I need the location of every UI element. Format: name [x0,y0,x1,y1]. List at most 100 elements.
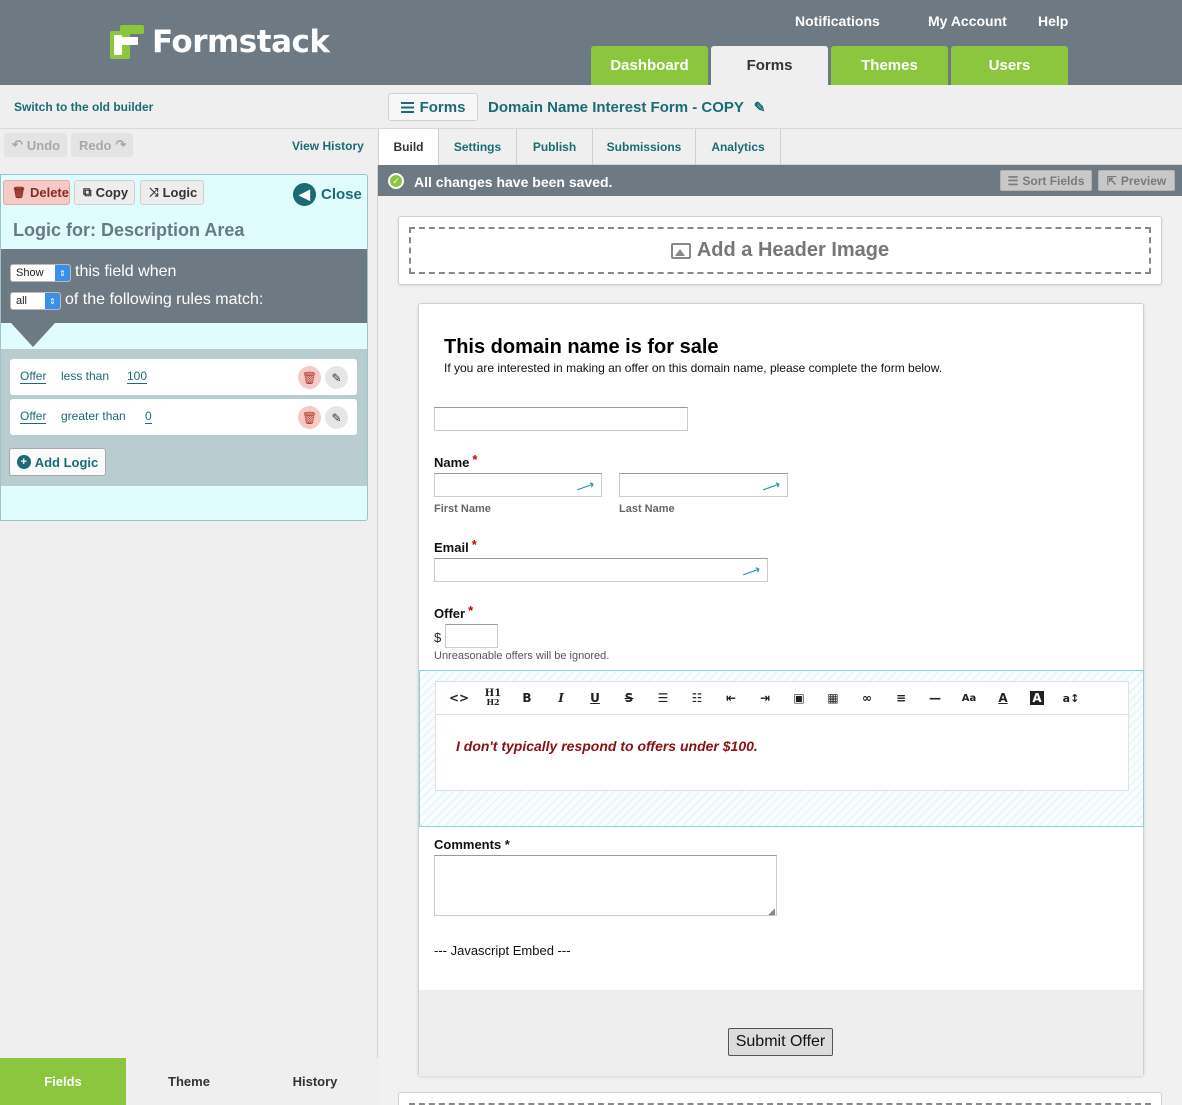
formstack-logo[interactable]: Formstack [110,24,330,60]
close-label: Close [321,186,362,203]
lastpass-icon[interactable]: ⟶ [574,476,597,497]
offer-hint: Unreasonable offers will be ignored. [434,650,610,662]
last-name-sublabel: Last Name [619,503,675,515]
background-color-icon[interactable]: A [1020,691,1054,705]
tab-publish[interactable]: Publish [517,129,593,165]
blank-text-field[interactable] [434,407,688,431]
tab-analytics[interactable]: Analytics [696,129,781,165]
undo-button[interactable]: ↶ Undo [4,133,67,157]
lastpass-icon[interactable]: ⟶ [760,476,783,497]
indent-icon[interactable]: ⇥ [748,691,782,705]
sort-fields-button[interactable]: ☰ Sort Fields [1000,170,1092,191]
edit-condition-icon[interactable]: ✎ [325,406,348,429]
condition-field[interactable]: Offer [20,369,47,384]
list-icon [400,101,414,113]
offer-label: Offer * [434,603,473,621]
first-name-sublabel: First Name [434,503,491,515]
rule-pointer [11,323,55,347]
submit-offer-button[interactable]: Submit Offer [728,1028,833,1056]
insert-image-icon[interactable]: ▣ [782,691,816,705]
preview-button[interactable]: ⇱ Preview [1098,170,1175,191]
align-left-icon[interactable]: ≡ [884,691,918,705]
help-link[interactable]: Help [1038,13,1068,29]
delete-field-button[interactable]: 🗑 Delete [3,180,70,205]
forms-breadcrumb-button[interactable]: Forms [388,93,478,121]
match-text: of the following rules match: [65,291,264,308]
condition-value[interactable]: 100 [127,369,148,384]
offer-label-text: Offer [434,606,466,621]
bold-icon[interactable]: B [510,691,544,705]
rule-settings: Show ⇕ this field when all ⇕ of the foll… [1,249,367,347]
edit-pencil-icon[interactable]: ✎ [754,99,766,116]
code-view-icon[interactable]: <> [442,691,476,705]
tab-forms[interactable]: Forms [711,46,828,85]
add-logic-button[interactable]: + Add Logic [9,448,106,476]
condition-operator[interactable]: less than [61,369,109,383]
link-icon[interactable]: ∞ [850,691,884,705]
edit-condition-icon[interactable]: ✎ [325,366,348,389]
bottom-tab-theme[interactable]: Theme [126,1058,252,1105]
add-logic-label: Add Logic [34,454,99,470]
description-text[interactable]: I don't typically respond to offers unde… [456,738,758,754]
bottom-tab-fields[interactable]: Fields [0,1058,126,1105]
show-hide-value: Show [16,267,44,279]
tab-users[interactable]: Users [951,46,1068,85]
delete-condition-icon[interactable]: 🗑 [298,406,321,429]
match-select[interactable]: all ⇕ [10,292,61,310]
logic-button[interactable]: ⤨ Logic [140,180,204,205]
offer-input[interactable] [445,624,498,648]
add-header-image-dropzone[interactable]: Add a Header Image [409,227,1151,274]
delete-condition-icon[interactable]: 🗑 [298,366,321,389]
numbered-list-icon[interactable]: ☷ [680,691,714,705]
show-hide-select[interactable]: Show ⇕ [10,264,71,282]
rich-text-editor[interactable]: <> H1 H2 B I U S ☰ ☷ ⇤ ⇥ ▣ ▦ ∞ ≡ — Aa A A… [435,681,1130,791]
insert-table-icon[interactable]: ▦ [816,691,850,705]
name-label: Name * [434,452,477,470]
first-name-input[interactable]: ⟶ [434,473,602,497]
undo-icon: ↶ [12,137,23,152]
logic-panel: 🗑 Delete ⧉ Copy ⤨ Logic ◀ Close Logic fo… [0,174,368,521]
close-logic-button[interactable]: ◀ Close [293,183,362,206]
tab-build[interactable]: Build [378,129,439,165]
lastpass-icon[interactable]: ⟶ [740,561,763,582]
redo-button[interactable]: Redo ↷ [71,133,133,157]
select-arrow-icon: ⇕ [45,293,60,309]
form-heading[interactable]: This domain name is for sale [444,336,719,359]
underline-icon[interactable]: U [578,691,612,705]
comments-textarea[interactable]: ◢ [434,855,777,916]
last-name-input[interactable]: ⟶ [619,473,788,497]
font-color-icon[interactable]: A [986,691,1020,705]
email-input[interactable]: ⟶ [434,558,768,582]
my-account-link[interactable]: My Account [928,13,1007,29]
tab-submissions[interactable]: Submissions [593,129,696,165]
condition-field[interactable]: Offer [20,409,47,424]
italic-icon[interactable]: I [544,691,578,705]
logic-label: Logic [162,185,198,200]
tab-settings[interactable]: Settings [439,129,517,165]
font-size-icon[interactable]: Aa [952,693,986,704]
resize-handle-icon[interactable]: ◢ [768,906,775,917]
condition-value[interactable]: 0 [145,409,152,424]
view-history-link[interactable]: View History [292,139,364,153]
bottom-tab-history[interactable]: History [252,1058,378,1105]
outdent-icon[interactable]: ⇤ [714,691,748,705]
form-title[interactable]: Domain Name Interest Form - COPY ✎ [488,99,766,116]
formstack-logo-icon [110,25,146,59]
description-area-field[interactable]: <> H1 H2 B I U S ☰ ☷ ⇤ ⇥ ▣ ▦ ∞ ≡ — Aa A A… [419,670,1144,827]
horizontal-rule-icon[interactable]: — [918,691,952,705]
form-description: If you are interested in making an offer… [444,361,943,375]
condition-row: Offer greater than 0 🗑 ✎ [10,399,357,435]
switch-old-builder-link[interactable]: Switch to the old builder [14,100,153,114]
bullet-list-icon[interactable]: ☰ [646,691,680,705]
javascript-embed-placeholder: --- Javascript Embed --- [434,943,571,958]
condition-operator[interactable]: greater than [61,409,126,423]
match-value: all [16,295,28,307]
heading-icon[interactable]: H1 H2 [476,689,510,707]
notifications-link[interactable]: Notifications [795,13,880,29]
copy-field-button[interactable]: ⧉ Copy [74,180,135,205]
tab-themes[interactable]: Themes [831,46,948,85]
line-height-icon[interactable]: a↕ [1054,692,1088,705]
strikethrough-icon[interactable]: S [612,691,646,705]
main-nav-tabs: Dashboard Forms Themes Users [591,46,1068,85]
tab-dashboard[interactable]: Dashboard [591,46,708,85]
